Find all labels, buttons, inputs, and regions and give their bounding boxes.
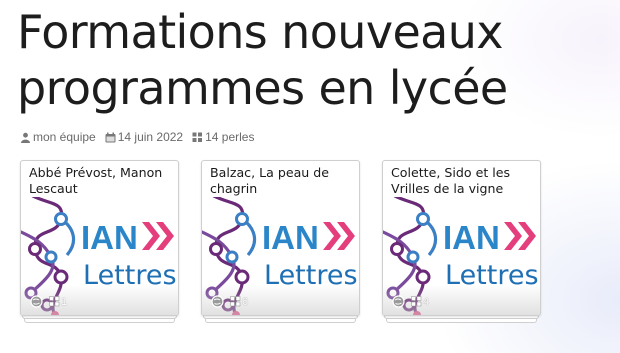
meta-author-link[interactable]: mon équipe — [33, 130, 96, 144]
pearl-card[interactable]: Colette, Sido et les Vrilles de la vigne… — [382, 160, 541, 316]
card-footer: 1 — [21, 285, 178, 315]
card-footer: 4 — [383, 285, 540, 315]
grid-icon — [411, 296, 422, 307]
card-title: Colette, Sido et les Vrilles de la vigne — [391, 165, 511, 196]
pearl-card[interactable]: Balzac, La peau de chagrin IAN Lettres 6 — [201, 160, 360, 316]
calendar-icon — [105, 132, 116, 142]
meta-date-text: 14 juin 2022 — [117, 130, 184, 144]
user-icon — [21, 132, 30, 143]
pearl-card[interactable]: Abbé Prévost, Manon Lescaut IAN Lettres — [20, 160, 179, 316]
logo-ian-text: IAN — [443, 219, 500, 256]
meta-date: 14 juin 2022 — [105, 130, 183, 144]
card-pearl-count: 6 — [242, 295, 249, 308]
grid-icon — [230, 296, 241, 307]
card-title: Abbé Prévost, Manon Lescaut — [29, 165, 163, 196]
card-pearl-count: 1 — [61, 295, 68, 308]
logo-ian-text: IAN — [262, 219, 319, 256]
globe-icon — [392, 295, 405, 308]
card-title: Balzac, La peau de chagrin — [210, 165, 330, 196]
grid-icon — [192, 132, 203, 142]
meta-bar: mon équipe 14 juin 2022 14 perles — [20, 129, 263, 145]
globe-icon — [30, 295, 43, 308]
grid-icon — [49, 296, 60, 307]
card-pearl-count: 4 — [423, 295, 430, 308]
logo-ian-text: IAN — [81, 219, 138, 256]
card-footer: 6 — [202, 285, 359, 315]
globe-icon — [211, 295, 224, 308]
meta-author[interactable]: mon équipe — [20, 130, 96, 144]
page-title: Formations nouveaux programmes en lycée — [17, 5, 508, 115]
meta-count-text: 14 perles — [205, 130, 255, 144]
meta-count: 14 perles — [192, 130, 254, 144]
